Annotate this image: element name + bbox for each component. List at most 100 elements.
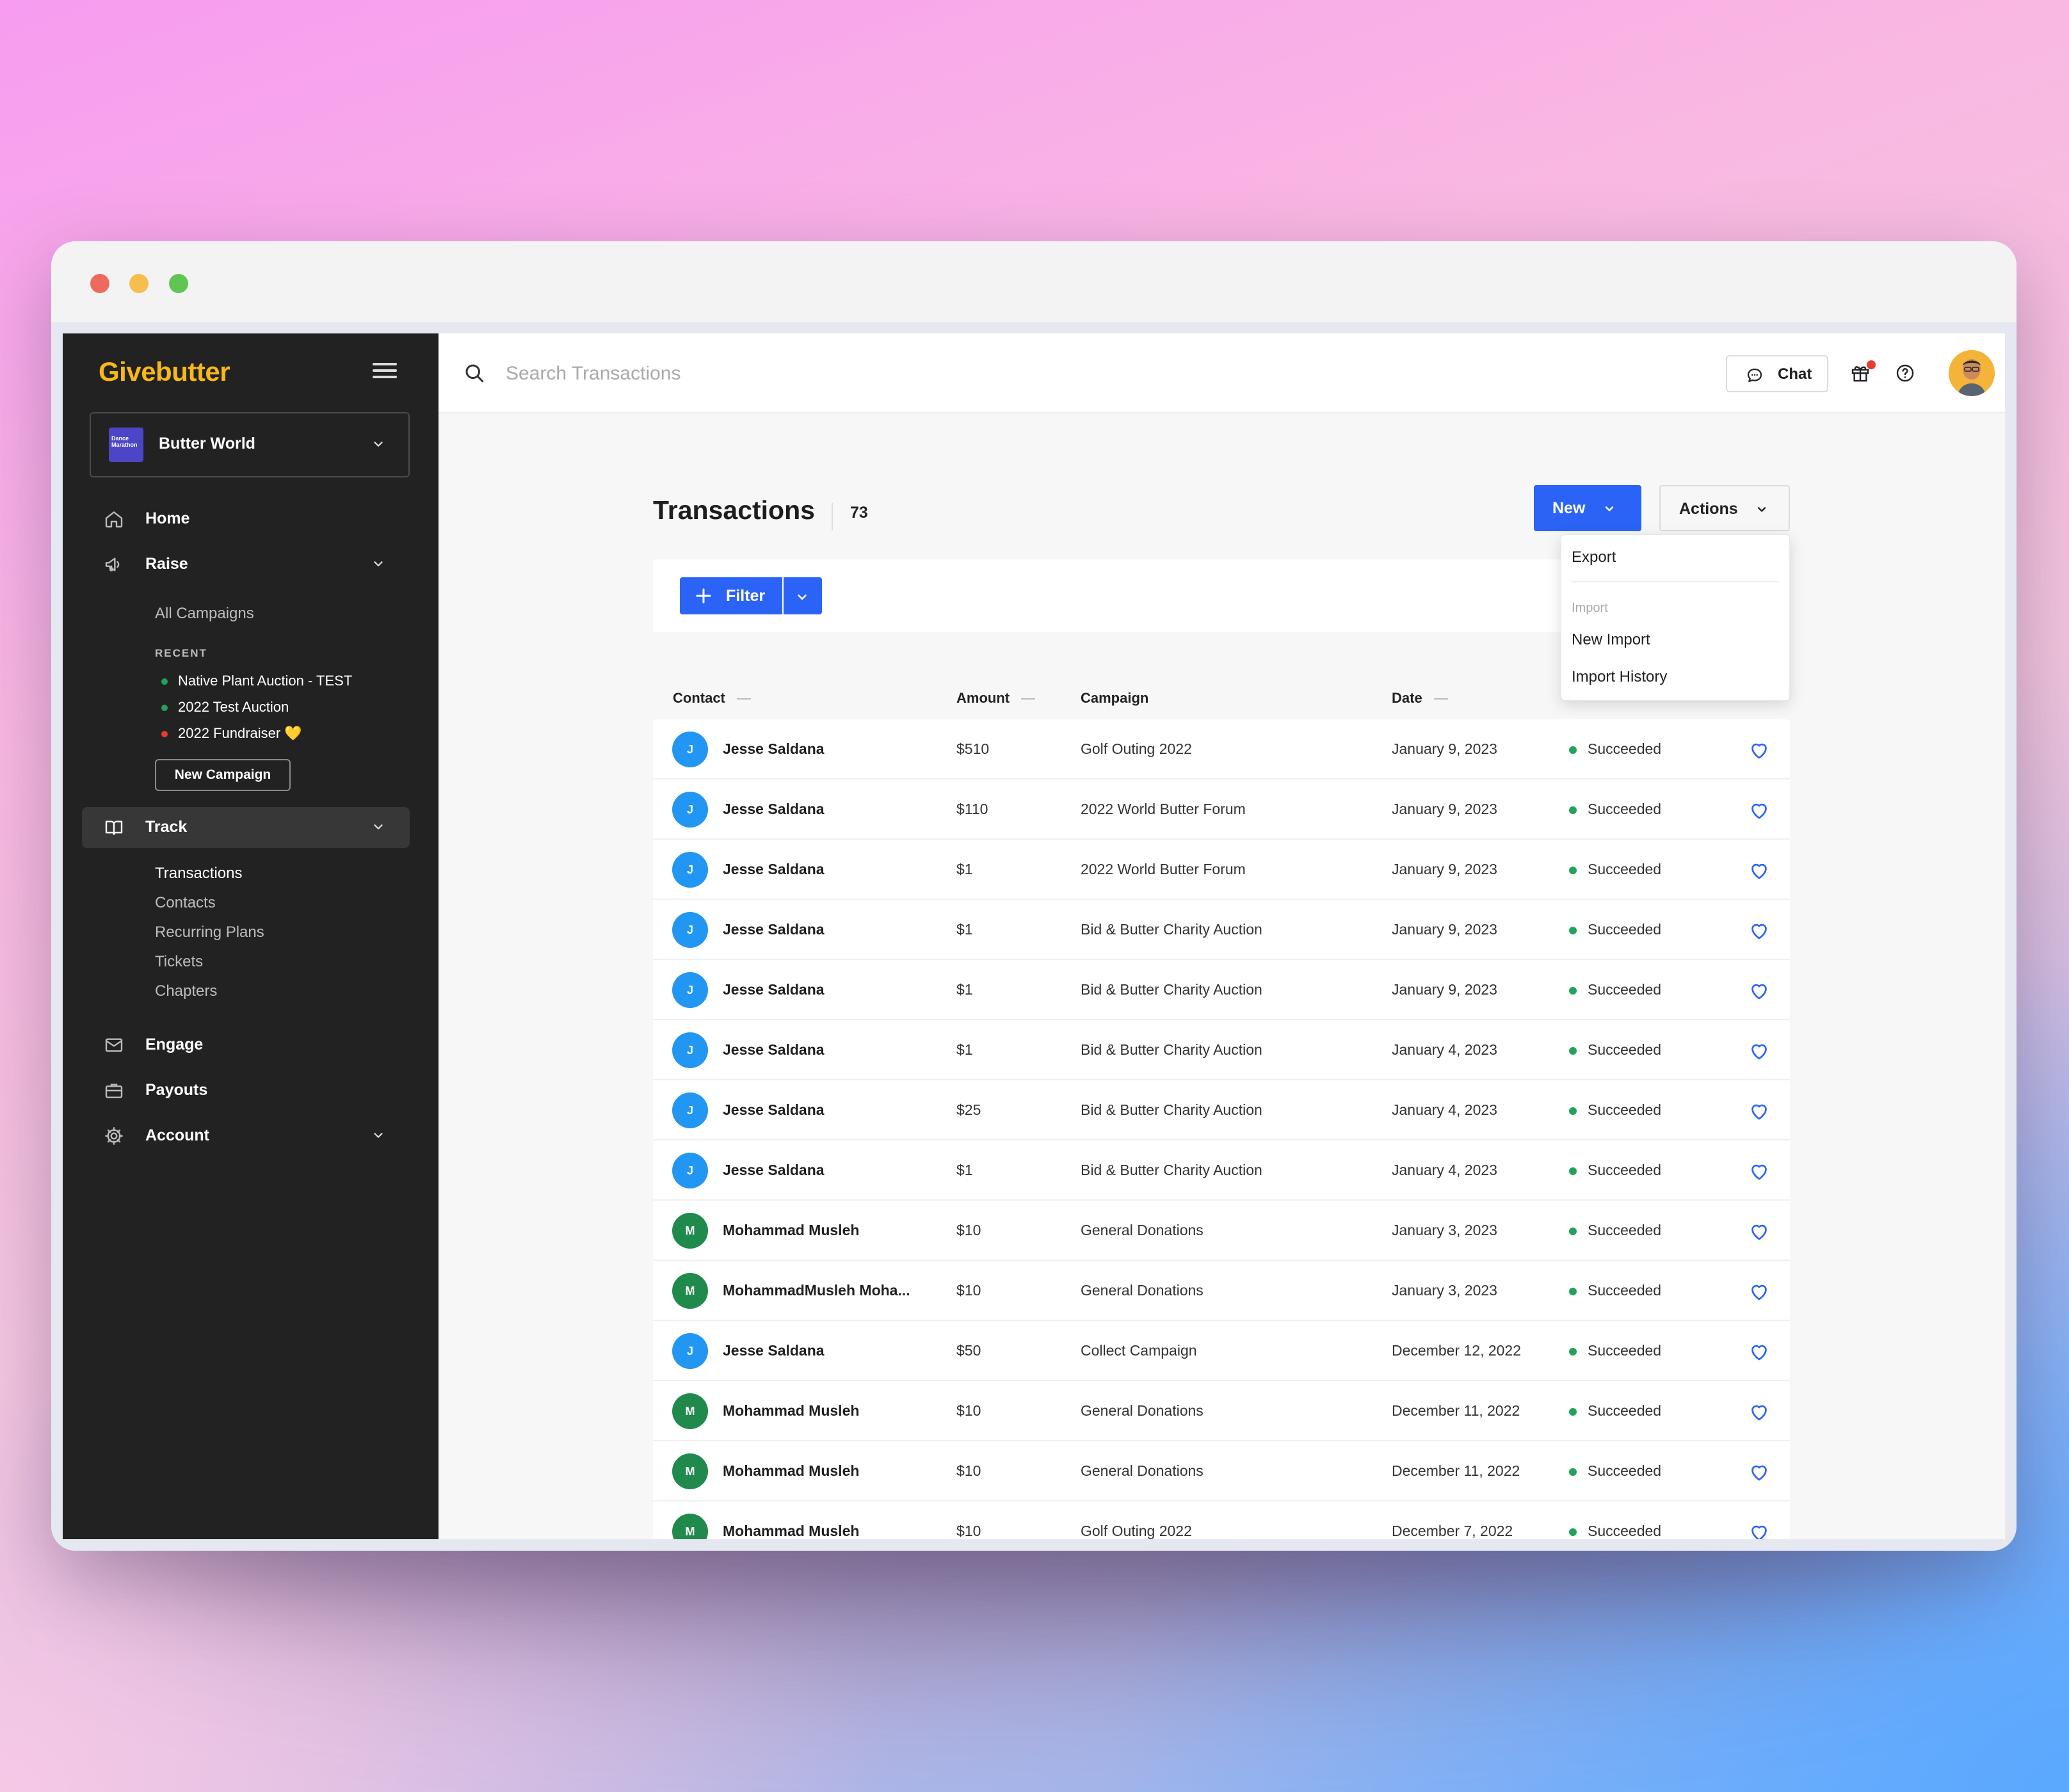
filter-dropdown-button[interactable] xyxy=(784,577,822,614)
heart-icon[interactable] xyxy=(1748,919,1771,942)
amount: $10 xyxy=(956,1222,981,1238)
contact-name[interactable]: Jesse Saldana xyxy=(723,740,825,758)
contact-name[interactable]: Jesse Saldana xyxy=(723,1041,825,1059)
brand-logo[interactable]: Givebutter xyxy=(99,356,230,387)
heart-icon[interactable] xyxy=(1748,1460,1771,1484)
heart-icon[interactable] xyxy=(1748,1160,1771,1183)
help-circle-icon[interactable] xyxy=(1895,363,1915,383)
sidebar-link-chapters[interactable]: Chapters xyxy=(155,982,217,1000)
heart-icon[interactable] xyxy=(1748,1521,1771,1539)
table-row[interactable]: J Jesse Saldana $50 Collect Campaign Decembe… xyxy=(653,1321,1790,1381)
recent-campaign-label: 2022 Test Auction xyxy=(178,699,289,715)
table-row[interactable]: J Jesse Saldana $1 Bid & Butter Charity Auc… xyxy=(653,1140,1790,1201)
campaign: General Donations xyxy=(1081,1462,1204,1479)
table-row[interactable]: J Jesse Saldana $510 Golf Outing 2022 Januar… xyxy=(653,719,1790,780)
campaign: General Donations xyxy=(1081,1222,1204,1238)
column-header-amount[interactable]: Amount xyxy=(956,690,1036,707)
sidebar-item-track[interactable]: Track xyxy=(82,807,410,848)
maximize-window-button[interactable] xyxy=(169,274,188,293)
amount: $1 xyxy=(956,1162,973,1178)
sidebar: Givebutter Dance Marathon Butter World H… xyxy=(63,333,439,1539)
heart-icon[interactable] xyxy=(1748,739,1771,762)
heart-icon[interactable] xyxy=(1748,1100,1771,1123)
column-header-contact[interactable]: Contact xyxy=(673,690,751,707)
contact-name[interactable]: MohammadMusleh Moha... xyxy=(723,1282,910,1299)
chat-button[interactable]: Chat xyxy=(1726,355,1828,392)
heart-icon[interactable] xyxy=(1748,1039,1771,1062)
contact-name[interactable]: Jesse Saldana xyxy=(723,801,825,818)
table-row[interactable]: J Jesse Saldana $1 Bid & Butter Charity Auc… xyxy=(653,900,1790,960)
filter-button[interactable]: Filter xyxy=(680,577,782,614)
sidebar-item-engage[interactable]: Engage xyxy=(82,1025,410,1066)
new-campaign-button[interactable]: New Campaign xyxy=(155,759,291,791)
contact-name[interactable]: Mohammad Musleh xyxy=(723,1523,859,1539)
table-row[interactable]: J Jesse Saldana $1 Bid & Butter Charity Auc… xyxy=(653,1020,1790,1080)
heart-icon[interactable] xyxy=(1748,1280,1771,1303)
contact-avatar: M xyxy=(672,1213,708,1249)
user-avatar[interactable] xyxy=(1949,350,1995,396)
search-input[interactable] xyxy=(504,356,1275,391)
heart-icon[interactable] xyxy=(1748,1400,1771,1423)
table-row[interactable]: J Jesse Saldana $25 Bid & Butter Charity Au… xyxy=(653,1080,1790,1140)
amount: $1 xyxy=(956,921,973,938)
table-row[interactable]: J Jesse Saldana $110 2022 World Butter Foru… xyxy=(653,780,1790,840)
actions-button[interactable]: Actions xyxy=(1659,485,1790,531)
sidebar-link-contacts[interactable]: Contacts xyxy=(155,894,216,912)
heart-icon[interactable] xyxy=(1748,859,1771,882)
table-row[interactable]: M Mohammad Musleh $10 General Donations Dece… xyxy=(653,1441,1790,1501)
menu-divider xyxy=(1572,581,1779,582)
table-row[interactable]: M Mohammad Musleh $10 Golf Outing 2022 Decem… xyxy=(653,1501,1790,1539)
table-row[interactable]: M MohammadMusleh Moha... $10 General Donati… xyxy=(653,1261,1790,1321)
sidebar-item-raise[interactable]: Raise xyxy=(82,544,410,585)
hamburger-icon[interactable] xyxy=(373,359,397,383)
menu-item-export[interactable]: Export xyxy=(1572,548,1616,566)
sidebar-link-transactions[interactable]: Transactions xyxy=(155,865,243,883)
heart-icon[interactable] xyxy=(1748,1220,1771,1243)
contact-name[interactable]: Jesse Saldana xyxy=(723,1342,825,1359)
column-header-date[interactable]: Date xyxy=(1392,690,1448,707)
minimize-window-button[interactable] xyxy=(129,274,149,293)
column-header-campaign[interactable]: Campaign xyxy=(1081,690,1148,707)
date: January 9, 2023 xyxy=(1392,921,1497,938)
contact-name[interactable]: Jesse Saldana xyxy=(723,981,825,998)
sidebar-link-tickets[interactable]: Tickets xyxy=(155,953,203,971)
chevron-down-icon xyxy=(1757,507,1766,512)
menu-item-new-import[interactable]: New Import xyxy=(1572,631,1650,649)
sidebar-item-payouts[interactable]: Payouts xyxy=(82,1070,410,1111)
heart-icon[interactable] xyxy=(1748,799,1771,822)
new-button[interactable]: New xyxy=(1534,485,1641,531)
table-row[interactable]: J Jesse Saldana $1 2022 World Butter Forum J… xyxy=(653,840,1790,900)
heart-icon[interactable] xyxy=(1748,979,1771,1002)
sidebar-item-account[interactable]: Account xyxy=(82,1116,410,1156)
close-window-button[interactable] xyxy=(90,274,109,293)
contact-name[interactable]: Jesse Saldana xyxy=(723,861,825,878)
table-row[interactable]: M Mohammad Musleh $10 General Donations Janu… xyxy=(653,1201,1790,1261)
status-dot xyxy=(161,731,168,737)
status-label: Succeeded xyxy=(1588,740,1662,757)
org-switcher[interactable]: Dance Marathon Butter World xyxy=(90,412,410,477)
contact-name[interactable]: Mohammad Musleh xyxy=(723,1222,859,1239)
table-row[interactable]: J Jesse Saldana $1 Bid & Butter Charity Auc… xyxy=(653,960,1790,1020)
date: December 12, 2022 xyxy=(1392,1342,1522,1359)
recent-campaign-item[interactable]: 2022 Test Auction xyxy=(161,699,289,716)
status-dot xyxy=(1569,867,1577,874)
heart-icon[interactable] xyxy=(1748,1340,1771,1363)
sidebar-link-all-campaigns[interactable]: All Campaigns xyxy=(155,605,254,623)
date: January 9, 2023 xyxy=(1392,861,1497,877)
menu-item-import-history[interactable]: Import History xyxy=(1572,668,1667,686)
status-dot xyxy=(1569,1228,1577,1235)
status-label: Succeeded xyxy=(1588,1462,1662,1479)
table-row[interactable]: M Mohammad Musleh $10 General Donations Dece… xyxy=(653,1381,1790,1441)
sidebar-item-home[interactable]: Home xyxy=(82,499,410,540)
contact-name[interactable]: Mohammad Musleh xyxy=(723,1402,859,1420)
sidebar-link-recurring-plans[interactable]: Recurring Plans xyxy=(155,924,264,941)
date: January 3, 2023 xyxy=(1392,1282,1497,1299)
contact-name[interactable]: Jesse Saldana xyxy=(723,1101,825,1119)
contact-name[interactable]: Jesse Saldana xyxy=(723,921,825,938)
contact-name[interactable]: Jesse Saldana xyxy=(723,1162,825,1179)
contact-avatar: J xyxy=(672,852,708,888)
contact-name[interactable]: Mohammad Musleh xyxy=(723,1462,859,1480)
status-label: Succeeded xyxy=(1588,921,1662,938)
recent-campaign-item[interactable]: 2022 Fundraiser 💛 xyxy=(161,725,302,742)
recent-campaign-item[interactable]: Native Plant Auction - TEST xyxy=(161,673,352,689)
